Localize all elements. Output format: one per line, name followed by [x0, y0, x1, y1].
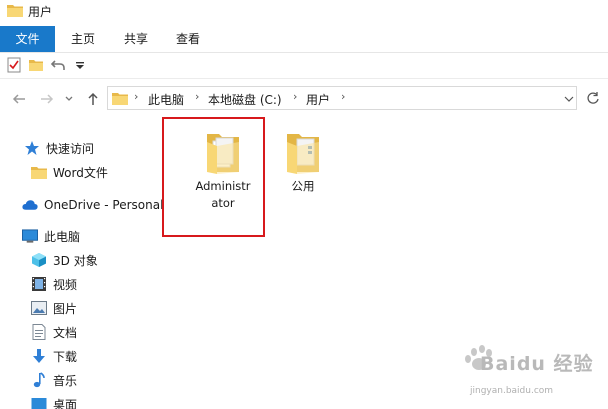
- sidebar-item-label: Word文件: [53, 165, 108, 180]
- download-icon: [31, 348, 47, 364]
- breadcrumb-local-disk[interactable]: 本地磁盘 (C:): [208, 91, 282, 108]
- chevron-down-icon[interactable]: [564, 95, 574, 103]
- sidebar-item-label: OneDrive - Personal: [44, 198, 164, 212]
- desktop-icon: [31, 396, 47, 409]
- music-icon: [31, 372, 47, 388]
- address-bar[interactable]: › 此电脑 › 本地磁盘 (C:) › 用户 ›: [107, 86, 577, 110]
- undo-icon[interactable]: [49, 56, 67, 74]
- chevron-down-icon: [65, 96, 73, 101]
- sidebar-item-3d-objects[interactable]: 3D 对象: [31, 249, 98, 271]
- sidebar-item-label: 文档: [53, 325, 78, 340]
- navigation-pane: 快速访问 Word文件 OneDrive - Personal 此电脑 3D 对…: [0, 120, 166, 409]
- window-title: 用户: [28, 5, 53, 19]
- breadcrumb-separator[interactable]: ›: [293, 90, 297, 103]
- back-button[interactable]: [9, 89, 29, 109]
- sidebar-item-label: 图片: [53, 301, 78, 316]
- arrow-right-icon: [41, 94, 54, 104]
- sidebar-item-label: 视频: [53, 277, 78, 292]
- breadcrumb-separator[interactable]: ›: [341, 90, 345, 103]
- forward-button[interactable]: [37, 89, 57, 109]
- refresh-button[interactable]: [583, 88, 603, 108]
- sidebar-item-label: 3D 对象: [53, 253, 98, 268]
- title-bar: 用户: [0, 0, 608, 24]
- sidebar-item-label: 音乐: [53, 373, 78, 388]
- sidebar-item-quick-access[interactable]: 快速访问: [24, 137, 94, 159]
- breadcrumb-users[interactable]: 用户: [306, 91, 330, 108]
- star-icon: [24, 140, 40, 156]
- folder-name: 公用: [291, 179, 315, 193]
- sidebar-item-label: 快速访问: [46, 141, 95, 156]
- sidebar-item-label: 桌面: [53, 397, 78, 409]
- recent-locations-button[interactable]: [62, 89, 76, 109]
- quick-access-toolbar: [0, 52, 608, 79]
- folder-item-public[interactable]: 公用: [278, 130, 328, 195]
- up-button[interactable]: [83, 89, 103, 109]
- computer-icon: [22, 228, 38, 244]
- sidebar-item-music[interactable]: 音乐: [31, 369, 77, 391]
- folder-icon: [7, 5, 23, 17]
- tab-share[interactable]: 共享: [113, 26, 159, 52]
- watermark-brand: Baidu 经验: [480, 353, 594, 375]
- sidebar-item-this-pc[interactable]: 此电脑: [22, 225, 80, 247]
- breadcrumb-separator[interactable]: ›: [195, 90, 199, 103]
- sidebar-item-downloads[interactable]: 下载: [31, 345, 77, 367]
- highlight-box: [162, 117, 265, 237]
- picture-icon: [31, 300, 47, 316]
- sidebar-item-label: 此电脑: [44, 229, 81, 244]
- folder-icon: [112, 93, 128, 105]
- sidebar-item-onedrive[interactable]: OneDrive - Personal: [22, 194, 163, 216]
- breadcrumb-separator[interactable]: ›: [134, 90, 138, 103]
- refresh-icon: [587, 92, 599, 104]
- sidebar-item-documents[interactable]: 文档: [31, 321, 77, 343]
- customize-toolbar-icon[interactable]: [71, 56, 89, 74]
- breadcrumb-this-pc[interactable]: 此电脑: [148, 91, 184, 108]
- arrow-left-icon: [12, 94, 25, 104]
- sidebar-item-desktop[interactable]: 桌面: [31, 393, 77, 409]
- tab-view[interactable]: 查看: [165, 26, 211, 52]
- cube-icon: [31, 252, 47, 268]
- sidebar-item-pictures[interactable]: 图片: [31, 297, 77, 319]
- arrow-up-icon: [88, 92, 98, 105]
- tab-home[interactable]: 主页: [60, 26, 106, 52]
- sidebar-item-videos[interactable]: 视频: [31, 273, 77, 295]
- properties-check-icon[interactable]: [5, 56, 23, 74]
- sidebar-item-label: 下载: [53, 349, 78, 364]
- tab-file[interactable]: 文件: [0, 26, 55, 52]
- video-icon: [31, 276, 47, 292]
- document-icon: [31, 324, 47, 340]
- folder-icon: [287, 134, 319, 174]
- watermark-url: jingyan.baidu.com: [470, 386, 554, 396]
- sidebar-item-word-folder[interactable]: Word文件: [31, 161, 108, 183]
- cloud-icon: [22, 197, 38, 213]
- ribbon-tabs: 文件 主页 共享 查看: [0, 26, 608, 53]
- folder-icon: [31, 164, 47, 180]
- new-folder-icon[interactable]: [27, 56, 45, 74]
